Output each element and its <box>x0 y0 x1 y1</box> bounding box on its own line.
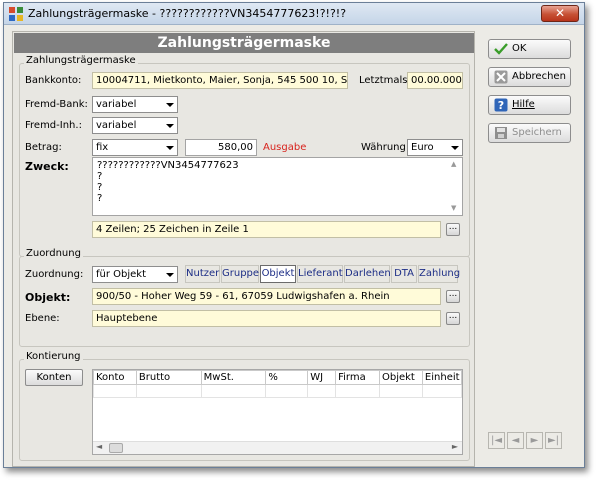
chevron-down-icon <box>166 124 174 128</box>
scroll-left-icon[interactable]: ◄ <box>96 442 102 451</box>
abbrechen-button[interactable]: Abbrechen <box>488 67 571 87</box>
zweck-textarea[interactable]: ????????????VN3454777623 ? ? ? ▲ ▼ <box>92 157 463 216</box>
tab-darlehen[interactable]: Darlehen <box>344 265 391 283</box>
ebene-label: Ebene: <box>25 313 60 324</box>
main-panel: Zahlungsträgermaske Zahlungsträgermaske … <box>12 31 475 467</box>
window-title: Zahlungsträgermaske - ????????????VN3454… <box>28 7 347 20</box>
group-main-label: Zahlungsträgermaske <box>24 55 138 66</box>
bankkonto-label: Bankkonto: <box>25 75 82 86</box>
zweck-info: 4 Zeilen; 25 Zeichen in Zeile 1 <box>92 221 441 238</box>
betrag-type-select[interactable]: fix <box>92 139 178 156</box>
zweck-more-button[interactable]: ... <box>446 223 460 236</box>
objekt-more-button[interactable]: ... <box>446 290 460 303</box>
nav-prev-icon[interactable]: ◄ <box>507 432 524 449</box>
objekt-label: Objekt: <box>25 291 71 304</box>
ok-button[interactable]: OK <box>488 39 571 59</box>
betrag-type-value: fix <box>96 142 109 153</box>
table-header-row: Konto Brutto MwSt. % WJ Firma Objekt Ein… <box>93 370 463 385</box>
zweck-label: Zweck: <box>25 160 69 173</box>
close-button[interactable]: ✕ <box>541 5 579 22</box>
app-icon <box>9 7 23 21</box>
table-row[interactable] <box>93 384 463 398</box>
waehrung-value: Euro <box>411 142 434 153</box>
col-mwst[interactable]: MwSt. <box>200 370 267 385</box>
chevron-down-icon <box>166 146 174 150</box>
title-bar: Zahlungsträgermaske - ????????????VN3454… <box>4 3 584 25</box>
col-percent[interactable]: % <box>265 370 309 385</box>
waehrung-select[interactable]: Euro <box>407 139 463 156</box>
col-konto[interactable]: Konto <box>93 370 137 385</box>
save-icon <box>495 127 507 139</box>
tab-zahlung[interactable]: Zahlung <box>418 265 460 283</box>
fremdinh-value: variabel <box>96 120 137 131</box>
konten-button[interactable]: Konten <box>25 369 83 386</box>
dialog-window: Zahlungsträgermaske - ????????????VN3454… <box>3 2 585 468</box>
betrag-input[interactable]: 580,00 <box>185 139 257 156</box>
chevron-down-icon <box>451 146 459 150</box>
speichern-label: Speichern <box>512 127 562 138</box>
zuordnung-select[interactable]: für Objekt <box>92 266 178 283</box>
kontierung-table: Konto Brutto MwSt. % WJ Firma Objekt Ein… <box>93 370 463 398</box>
group-kontierung-label: Kontierung <box>24 351 83 362</box>
betrag-label: Betrag: <box>25 142 62 153</box>
ok-label: OK <box>512 43 527 54</box>
abbrechen-label: Abbrechen <box>512 71 566 82</box>
chevron-down-icon <box>166 103 174 107</box>
hilfe-label: Hilfe <box>512 99 535 110</box>
zweck-line-3: ? <box>97 182 103 193</box>
horizontal-scrollbar[interactable]: ◄ ► <box>93 441 462 454</box>
col-wj[interactable]: WJ <box>307 370 337 385</box>
scroll-right-icon[interactable]: ► <box>452 442 458 451</box>
zuordnung-label: Zuordnung: <box>25 269 84 280</box>
cancel-icon <box>494 70 508 84</box>
tab-nutzer[interactable]: Nutzer <box>185 265 220 283</box>
col-brutto[interactable]: Brutto <box>135 370 202 385</box>
scroll-up-icon[interactable]: ▲ <box>451 160 460 169</box>
zweck-line-1: ????????????VN3454777623 <box>97 160 239 171</box>
fremdbank-select[interactable]: variabel <box>92 96 178 113</box>
tab-dta[interactable]: DTA <box>391 265 417 283</box>
letztmals-label: Letztmals: <box>359 75 411 86</box>
zweck-line-2: ? <box>97 171 103 182</box>
tab-objekt[interactable]: Objekt <box>260 265 296 283</box>
zweck-line-4: ? <box>97 193 103 204</box>
ebene-field[interactable]: Hauptebene <box>92 310 441 327</box>
check-icon <box>494 43 508 55</box>
col-einheit[interactable]: Einheit <box>421 370 463 385</box>
hilfe-button[interactable]: ? Hilfe <box>488 95 571 115</box>
bankkonto-field[interactable]: 10004711, Mietkonto, Maier, Sonja, 545 5… <box>92 72 348 89</box>
group-zuordnung-label: Zuordnung <box>24 248 83 259</box>
fremdbank-value: variabel <box>96 99 137 110</box>
help-icon: ? <box>494 98 508 112</box>
ebene-more-button[interactable]: ... <box>446 312 460 325</box>
svg-text:?: ? <box>498 99 504 112</box>
zuordnung-tabs: Nutzer Gruppe Objekt Lieferant Darlehen … <box>185 265 465 284</box>
zuordnung-value: für Objekt <box>96 269 147 280</box>
scroll-down-icon[interactable]: ▼ <box>451 204 456 213</box>
waehrung-label: Währung: <box>361 142 410 153</box>
ausgabe-label: Ausgabe <box>263 142 307 153</box>
nav-next-icon[interactable]: ► <box>526 432 543 449</box>
tab-gruppe[interactable]: Gruppe <box>221 265 259 283</box>
fremdinh-label: Fremd-Inh.: <box>25 120 82 131</box>
fremdinh-select[interactable]: variabel <box>92 117 178 134</box>
col-firma[interactable]: Firma <box>335 370 380 385</box>
scroll-thumb[interactable] <box>109 443 123 453</box>
letztmals-field[interactable]: 00.00.0000 <box>407 72 463 89</box>
objekt-field[interactable]: 900/50 - Hoher Weg 59 - 61, 67059 Ludwig… <box>92 288 441 305</box>
nav-first-icon[interactable]: |◄ <box>488 432 505 449</box>
tab-lieferant[interactable]: Lieferant <box>297 265 343 283</box>
chevron-down-icon <box>166 273 174 277</box>
fremdbank-label: Fremd-Bank: <box>25 99 88 110</box>
zweck-scrollbar[interactable]: ▲ ▼ <box>451 160 460 213</box>
speichern-button: Speichern <box>488 123 571 143</box>
col-objekt[interactable]: Objekt <box>378 370 423 385</box>
kontierung-grid[interactable]: Konto Brutto MwSt. % WJ Firma Objekt Ein… <box>92 369 463 455</box>
page-title: Zahlungsträgermaske <box>14 33 474 53</box>
nav-last-icon[interactable]: ►| <box>545 432 562 449</box>
